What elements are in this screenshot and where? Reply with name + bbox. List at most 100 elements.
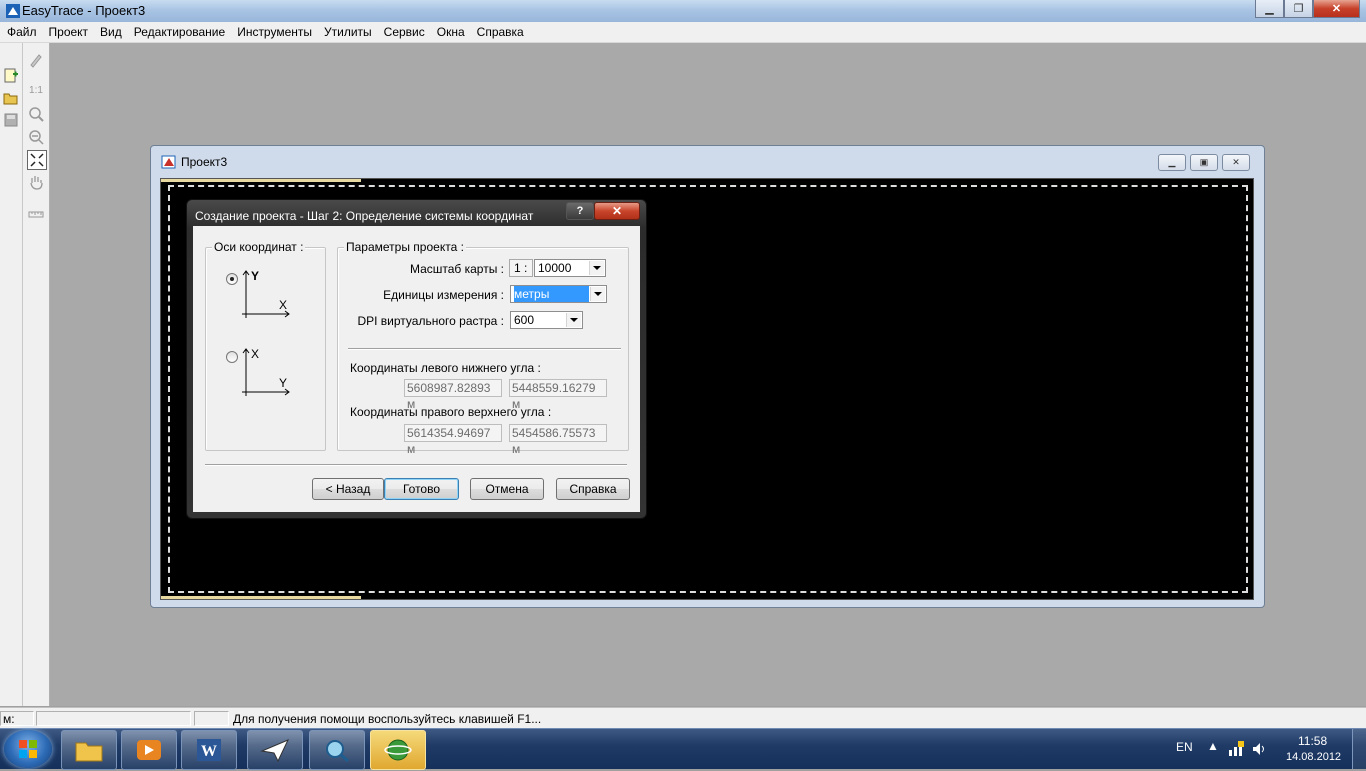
- dpi-value: 600: [514, 313, 535, 327]
- cancel-button[interactable]: Отмена: [470, 478, 544, 500]
- axes-group-legend: Оси координат :: [212, 240, 306, 254]
- save-button[interactable]: [2, 111, 20, 129]
- save-disk-icon: [4, 113, 18, 127]
- language-indicator[interactable]: EN: [1176, 740, 1193, 754]
- axes-x-up-y-right-icon: [242, 348, 290, 396]
- lower-left-x-field: 5608987.82893 м: [404, 379, 502, 411]
- close-icon: ✕: [611, 204, 623, 218]
- dialog-help-button[interactable]: ?: [566, 202, 594, 220]
- pan-button[interactable]: [27, 173, 45, 191]
- zoom-out-button[interactable]: [27, 128, 45, 146]
- chevron-down-icon[interactable]: [589, 261, 604, 275]
- word-icon: W: [197, 739, 221, 761]
- minimize-icon: ▁: [1168, 157, 1176, 167]
- menu-windows[interactable]: Окна: [431, 25, 471, 39]
- create-project-dialog: Создание проекта - Шаг 2: Определение си…: [186, 199, 647, 519]
- status-coords-cell: [36, 711, 191, 726]
- upper-right-y-field: 5454586.75573 м: [509, 424, 607, 456]
- windows-logo-icon: [19, 740, 37, 758]
- hand-icon: [30, 176, 43, 190]
- taskbar-media-player[interactable]: [121, 730, 177, 770]
- zoom-1to1-button[interactable]: 1:1: [27, 81, 45, 99]
- easytrace-app-icon: [6, 4, 20, 18]
- dpi-label: DPI виртуального растра :: [357, 314, 504, 328]
- project-minimize-button[interactable]: ▁: [1158, 154, 1186, 171]
- scrollbar-horizontal-top[interactable]: [161, 179, 361, 182]
- scale-prefix: 1 :: [509, 259, 533, 277]
- dpi-combobox[interactable]: 600: [510, 311, 583, 329]
- zoom-in-button[interactable]: [27, 105, 45, 123]
- status-help-text: Для получения помощи воспользуйтесь клав…: [233, 712, 542, 726]
- question-icon: ?: [576, 205, 584, 217]
- restore-button[interactable]: ❐: [1284, 0, 1313, 18]
- media-player-icon: [137, 740, 161, 760]
- open-project-button[interactable]: [2, 89, 20, 107]
- new-document-icon: [4, 68, 18, 83]
- show-desktop-button[interactable]: [1352, 729, 1366, 769]
- fit-extent-icon: [30, 153, 44, 167]
- easytrace-globe-icon: [384, 739, 412, 761]
- measure-button[interactable]: [27, 202, 45, 220]
- menu-service[interactable]: Сервис: [378, 25, 431, 39]
- taskbar-send[interactable]: [247, 730, 303, 770]
- axis-label-x-vertical: X: [251, 347, 260, 361]
- magnifier-icon: [326, 740, 349, 763]
- menu-view[interactable]: Вид: [94, 25, 128, 39]
- tray-show-hidden-icon[interactable]: ▲: [1207, 739, 1219, 753]
- taskbar-easytrace[interactable]: [370, 730, 426, 770]
- back-button[interactable]: < Назад: [312, 478, 384, 500]
- new-project-button[interactable]: [2, 67, 20, 85]
- help-button[interactable]: Справка: [556, 478, 630, 500]
- lower-left-y-field: 5448559.16279 м: [509, 379, 607, 411]
- restore-icon: ❐: [1293, 3, 1304, 15]
- project-maximize-button[interactable]: ▣: [1190, 154, 1218, 171]
- project-icon: [161, 155, 176, 169]
- network-icon[interactable]: [1228, 741, 1244, 757]
- project-close-button[interactable]: ✕: [1222, 154, 1250, 171]
- buttons-divider: [205, 464, 627, 466]
- upper-right-x-field: 5614354.94697 м: [404, 424, 502, 456]
- axis-label-x: X: [279, 298, 288, 312]
- fit-window-button[interactable]: [27, 150, 47, 170]
- pencil-tool-button[interactable]: [27, 51, 45, 69]
- axes-option-y-up-radio[interactable]: [226, 273, 238, 285]
- menu-file[interactable]: Файл: [0, 25, 43, 39]
- dialog-title: Создание проекта - Шаг 2: Определение си…: [195, 209, 534, 223]
- menu-project[interactable]: Проект: [43, 25, 95, 39]
- chevron-down-icon[interactable]: [590, 287, 605, 301]
- params-divider: [348, 348, 621, 350]
- menu-edit[interactable]: Редактирование: [128, 25, 231, 39]
- scale-combobox[interactable]: 10000: [534, 259, 606, 277]
- menu-utilities[interactable]: Утилиты: [318, 25, 378, 39]
- view-toolbar: 1:1: [23, 43, 50, 706]
- start-button[interactable]: [4, 730, 52, 768]
- menu-tools[interactable]: Инструменты: [231, 25, 318, 39]
- maximize-icon: ▣: [1199, 157, 1209, 167]
- menu-bar: Файл Проект Вид Редактирование Инструмен…: [0, 22, 1366, 43]
- scrollbar-horizontal-bottom[interactable]: [161, 596, 361, 599]
- taskbar-word[interactable]: W: [181, 730, 237, 770]
- lower-left-label: Координаты левого нижнего угла :: [350, 361, 541, 375]
- close-icon: ✕: [1331, 3, 1342, 15]
- axes-group: Оси координат : Y X X Y: [205, 240, 326, 451]
- volume-icon[interactable]: [1251, 741, 1267, 757]
- close-button[interactable]: ✕: [1313, 0, 1360, 18]
- chevron-down-icon[interactable]: [566, 313, 581, 327]
- axes-option-x-up-radio[interactable]: [226, 351, 238, 363]
- upper-right-label: Координаты правого верхнего угла :: [350, 405, 552, 419]
- windows-taskbar: W EN ▲ 11:58 14.08.2012: [0, 728, 1366, 770]
- dialog-close-button[interactable]: ✕: [594, 202, 640, 220]
- clock-time[interactable]: 11:58: [1298, 734, 1327, 748]
- dialog-body: Оси координат : Y X X Y Параметры проект…: [193, 226, 640, 512]
- minimize-button[interactable]: ▁: [1255, 0, 1284, 18]
- taskbar-search-app[interactable]: [309, 730, 365, 770]
- finish-button[interactable]: Готово: [384, 478, 459, 500]
- app-title: EasyTrace - Проект3: [22, 3, 146, 18]
- folder-icon: [75, 742, 103, 762]
- clock-date[interactable]: 14.08.2012: [1286, 751, 1341, 763]
- zoom-out-icon: [29, 130, 44, 145]
- units-combobox[interactable]: метры: [510, 285, 607, 303]
- taskbar-explorer[interactable]: [61, 730, 117, 770]
- menu-help[interactable]: Справка: [471, 25, 530, 39]
- axis-label-y: Y: [251, 269, 260, 283]
